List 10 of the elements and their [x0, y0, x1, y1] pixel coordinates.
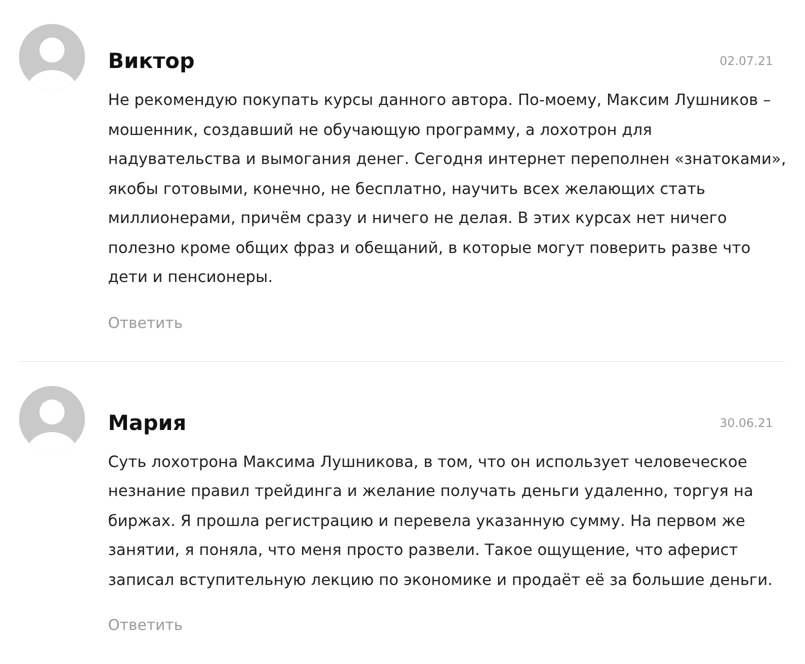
- comment-date: 02.07.21: [720, 53, 773, 69]
- avatar-icon: [19, 386, 85, 452]
- comment-author: Мария: [108, 410, 186, 436]
- comment-text: Суть лохотрона Максима Лушникова, в том, что он использует человеческое незнание правил трейдинга и желание получать деньги удаленно, торгуя на биржах. Я прошла регистрацию и перевела указанную сумму. На первом же занятии, я поняла, что меня просто развели. Такое ощущение, что аферист записал вступительную лекцию по экономике и продаёт её за большие деньги.: [108, 452, 774, 590]
- reply-link[interactable]: Ответить: [108, 312, 183, 334]
- reply-link[interactable]: Ответить: [108, 614, 183, 636]
- comment-text: Не рекомендую покупать курсы данного автора. По-моему, Максим Лушников – мошенник, создавший не обучающую программу, а лохотрон для надувательства и вымогания денег. Сегодня интернет переполнен «знатоками», якобы готовыми, конечно, не бесплатно, научить всех желающих стать миллионерами, причём сразу и ничего не делая. В этих курсах нет ничего полезно кроме общих фраз и обещаний, в которые могут поверить разве что дети и пенсионеры.: [108, 90, 788, 288]
- comment-date: 30.06.21: [720, 414, 773, 430]
- comment-author: Виктор: [108, 48, 195, 75]
- avatar-icon: [19, 24, 85, 90]
